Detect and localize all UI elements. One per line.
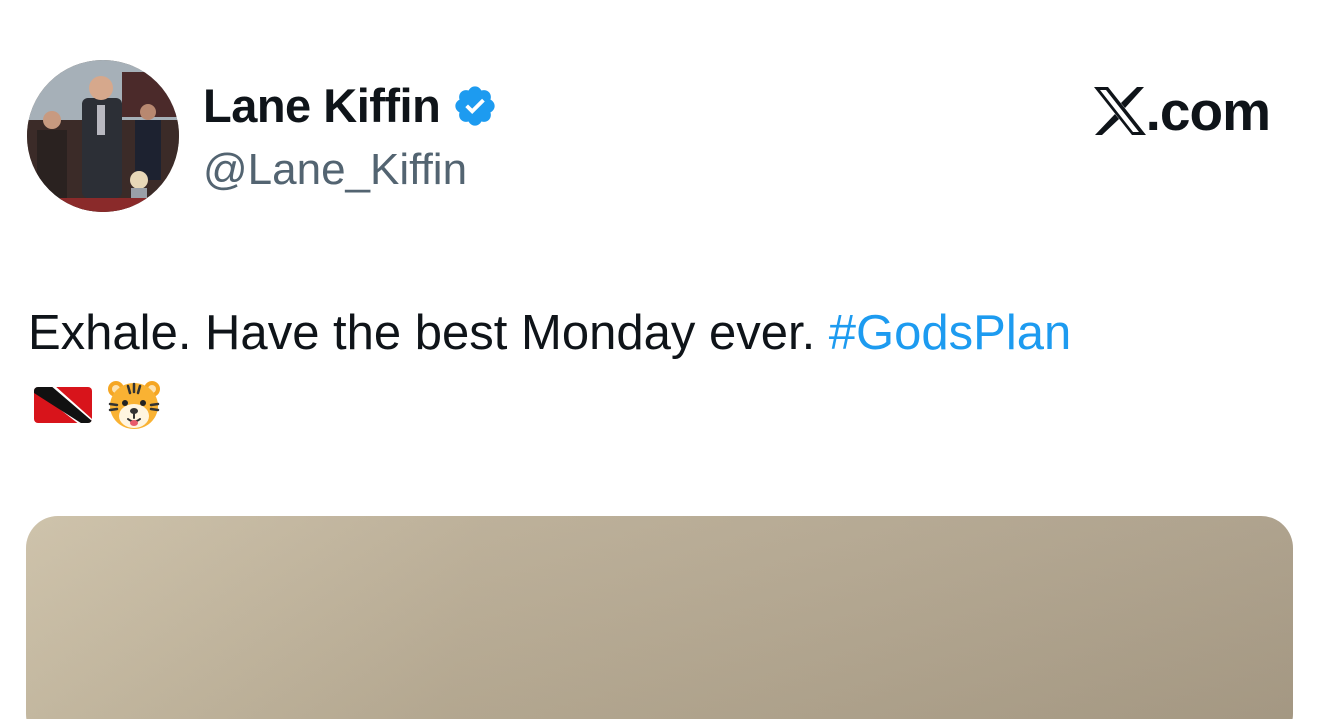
author-display-name[interactable]: Lane Kiffin	[203, 78, 441, 134]
tweet-media-image[interactable]	[26, 516, 1293, 719]
emoji-row	[34, 378, 162, 437]
tweet-card: Lane Kiffin @Lane_Kiffin .com Exhale. Ha…	[0, 0, 1320, 719]
verified-badge-icon	[452, 83, 498, 129]
hashtag-link[interactable]: #GodsPlan	[829, 306, 1071, 360]
media-overlay	[26, 516, 1293, 719]
tiger-face-icon	[106, 378, 162, 437]
tweet-text: Exhale. Have the best Monday ever.	[28, 306, 829, 360]
x-logo-icon	[1093, 87, 1146, 135]
brand-logo: .com	[1093, 80, 1271, 142]
author-name-row: Lane Kiffin	[203, 78, 498, 134]
author-handle[interactable]: @Lane_Kiffin	[203, 143, 467, 197]
avatar-photo-icon	[27, 60, 179, 212]
trinidad-flag-icon	[34, 385, 92, 430]
tweet-body: Exhale. Have the best Monday ever. #Gods…	[28, 302, 1071, 364]
avatar[interactable]	[27, 60, 179, 212]
brand-text: .com	[1145, 80, 1271, 142]
